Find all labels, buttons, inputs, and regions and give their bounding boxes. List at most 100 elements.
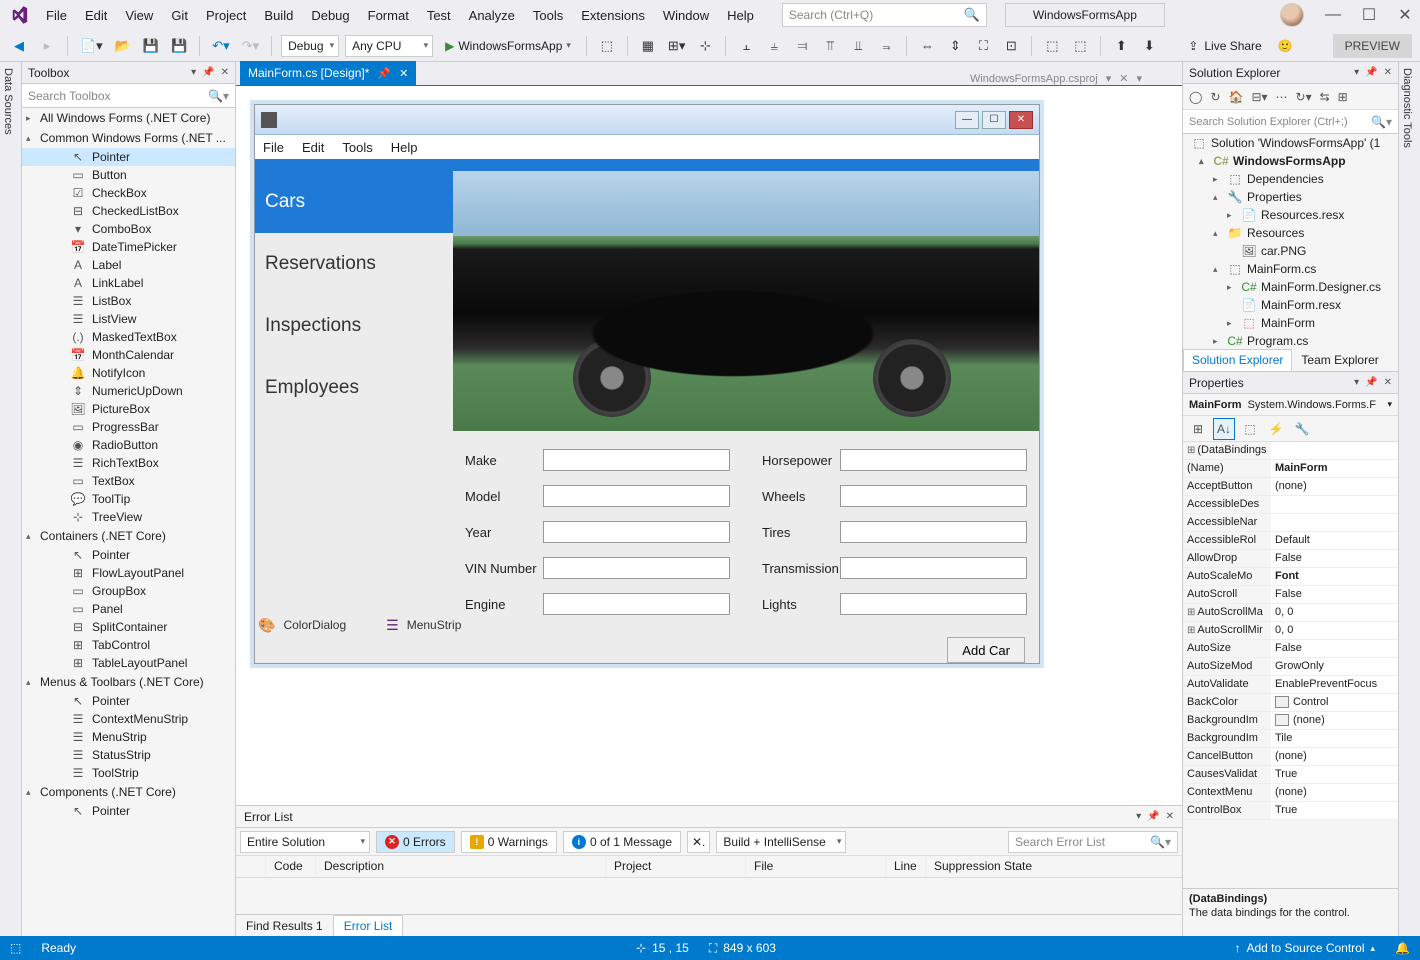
toolbox-item-picturebox[interactable]: 🖼PictureBox xyxy=(22,400,235,418)
alphabetical-icon[interactable]: A↓ xyxy=(1213,418,1235,440)
prop-value[interactable]: True xyxy=(1271,802,1398,819)
prop-value[interactable]: EnablePreventFocus xyxy=(1271,676,1398,693)
dropdown-icon[interactable]: ▾ xyxy=(1136,811,1141,822)
toolbox-item-tablelayoutpanel[interactable]: ⊞TableLayoutPanel xyxy=(22,654,235,672)
menu-help[interactable]: Help xyxy=(719,4,762,27)
minimize-icon[interactable]: — xyxy=(1326,8,1340,22)
show-all-icon[interactable]: ⋯ xyxy=(1276,90,1288,104)
form-maximize-icon[interactable]: ☐ xyxy=(982,111,1006,129)
form-menu-tools[interactable]: Tools xyxy=(342,140,372,155)
tb-vspace-icon[interactable]: ⇕ xyxy=(944,35,966,57)
col-icon[interactable] xyxy=(236,856,266,877)
prop-value[interactable] xyxy=(1271,496,1398,513)
prop-value[interactable]: (none) xyxy=(1271,478,1398,495)
prop-value[interactable]: Tile xyxy=(1271,730,1398,747)
toolbox-item-monthcalendar[interactable]: 📅MonthCalendar xyxy=(22,346,235,364)
toolbox-item-toolstrip[interactable]: ☰ToolStrip xyxy=(22,764,235,782)
field-input-make[interactable] xyxy=(543,449,730,471)
toolbox-item-statusstrip[interactable]: ☰StatusStrip xyxy=(22,746,235,764)
panel-close-icon[interactable]: ✕ xyxy=(221,67,229,78)
toolbox-item-numericupdown[interactable]: ⇕NumericUpDown xyxy=(22,382,235,400)
prop-value[interactable]: 0, 0 xyxy=(1271,622,1398,639)
toolbox-item-pointer[interactable]: ↖Pointer xyxy=(22,692,235,710)
collapse-icon[interactable]: ⊟▾ xyxy=(1251,90,1267,104)
toolbox-item-maskedtextbox[interactable]: (.)MaskedTextBox xyxy=(22,328,235,346)
home-icon[interactable]: ◯ xyxy=(1189,90,1202,104)
dependencies-node[interactable]: ▸⬚Dependencies xyxy=(1183,170,1398,188)
save-all-icon[interactable]: 💾 xyxy=(168,35,190,57)
prop-row[interactable]: BackgroundImTile xyxy=(1183,730,1398,748)
sync-icon[interactable]: ↻ xyxy=(1210,90,1220,104)
tb-align-top-icon[interactable]: ⫪ xyxy=(819,35,841,57)
solution-search-input[interactable]: Search Solution Explorer (Ctrl+;) 🔍▾ xyxy=(1183,110,1398,134)
tb-send-back-icon[interactable]: ⬇ xyxy=(1138,35,1160,57)
prop-row[interactable]: ⊞AutoScrollMir0, 0 xyxy=(1183,622,1398,640)
home2-icon[interactable]: 🏠 xyxy=(1229,90,1244,104)
toolbox-item-button[interactable]: ▭Button xyxy=(22,166,235,184)
menu-project[interactable]: Project xyxy=(198,4,254,27)
toolbox-item-groupbox[interactable]: ▭GroupBox xyxy=(22,582,235,600)
prop-value[interactable]: Font xyxy=(1271,568,1398,585)
prop-row[interactable]: ContextMenu(none) xyxy=(1183,784,1398,802)
prop-row[interactable]: AutoScrollFalse xyxy=(1183,586,1398,604)
prop-row[interactable]: AutoSizeFalse xyxy=(1183,640,1398,658)
menu-file[interactable]: File xyxy=(38,4,75,27)
redo-icon[interactable]: ↷▾ xyxy=(239,35,262,57)
toolbox-item-radiobutton[interactable]: ◉RadioButton xyxy=(22,436,235,454)
toolbox-item-flowlayoutpanel[interactable]: ⊞FlowLayoutPanel xyxy=(22,564,235,582)
toolbox-item-splitcontainer[interactable]: ⊟SplitContainer xyxy=(22,618,235,636)
pin-icon[interactable]: 📌 xyxy=(1147,811,1159,822)
nav-cars[interactable]: Cars xyxy=(255,171,453,233)
prop-row[interactable]: AllowDropFalse xyxy=(1183,550,1398,568)
document-tab[interactable]: MainForm.cs [Design]* 📌 ✕ xyxy=(240,61,416,85)
global-search-input[interactable]: Search (Ctrl+Q) 🔍 xyxy=(782,3,987,27)
menu-build[interactable]: Build xyxy=(256,4,301,27)
new-project-icon[interactable]: 📄▾ xyxy=(77,35,106,57)
solution-node[interactable]: ⬚Solution 'WindowsFormsApp' (1 xyxy=(1183,134,1398,152)
nav-reservations[interactable]: Reservations xyxy=(255,233,453,295)
prop-value[interactable]: GrowOnly xyxy=(1271,658,1398,675)
field-input-horsepower[interactable] xyxy=(840,449,1027,471)
toolbox-item-richtextbox[interactable]: ☰RichTextBox xyxy=(22,454,235,472)
toolbox-group[interactable]: ▸All Windows Forms (.NET Core) xyxy=(22,108,235,128)
mainform-designer-node[interactable]: ▸C#MainForm.Designer.cs xyxy=(1183,278,1398,296)
properties-node[interactable]: ▴🔧Properties xyxy=(1183,188,1398,206)
toolbox-group[interactable]: ▴Components (.NET Core) xyxy=(22,782,235,802)
nav-inspections[interactable]: Inspections xyxy=(255,295,453,357)
form-minimize-icon[interactable]: — xyxy=(955,111,979,129)
tb-order-icon[interactable]: ⬚ xyxy=(1041,35,1063,57)
forward-icon[interactable]: ▸ xyxy=(36,35,58,57)
toolbox-item-notifyicon[interactable]: 🔔NotifyIcon xyxy=(22,364,235,382)
source-control-button[interactable]: ↑Add to Source Control▴ xyxy=(1234,941,1375,955)
toolbox-item-checkedlistbox[interactable]: ⊟CheckedListBox xyxy=(22,202,235,220)
program-node[interactable]: ▸C#Program.cs xyxy=(1183,332,1398,350)
form-menu-help[interactable]: Help xyxy=(391,140,418,155)
toolbox-item-panel[interactable]: ▭Panel xyxy=(22,600,235,618)
tb-center-icon[interactable]: ⊡ xyxy=(1000,35,1022,57)
menu-analyze[interactable]: Analyze xyxy=(461,4,523,27)
tb-tab-order-icon[interactable]: ⬚ xyxy=(1069,35,1091,57)
toolbox-group[interactable]: ▴Menus & Toolbars (.NET Core) xyxy=(22,672,235,692)
prop-value[interactable]: True xyxy=(1271,766,1398,783)
toolbox-item-menustrip[interactable]: ☰MenuStrip xyxy=(22,728,235,746)
tb-align-center-icon[interactable]: ⫨ xyxy=(763,35,785,57)
col-code[interactable]: Code xyxy=(266,856,316,877)
dropdown-icon[interactable]: ▾ xyxy=(191,67,196,78)
menu-debug[interactable]: Debug xyxy=(303,4,357,27)
tab-pin-icon[interactable]: 📌 xyxy=(377,67,391,80)
field-input-tires[interactable] xyxy=(840,521,1027,543)
col-project[interactable]: Project xyxy=(606,856,746,877)
warning-count-filter[interactable]: !0 Warnings xyxy=(461,831,557,853)
resources-resx-node[interactable]: ▸📄Resources.resx xyxy=(1183,206,1398,224)
prop-row[interactable]: AutoValidateEnablePreventFocus xyxy=(1183,676,1398,694)
prop-row[interactable]: AccessibleRolDefault xyxy=(1183,532,1398,550)
context-close-icon[interactable]: ✕ xyxy=(1119,72,1128,85)
toolbox-item-linklabel[interactable]: ALinkLabel xyxy=(22,274,235,292)
toolbox-item-label[interactable]: ALabel xyxy=(22,256,235,274)
prop-row[interactable]: AccessibleDes xyxy=(1183,496,1398,514)
message-count-filter[interactable]: i0 of 1 Message xyxy=(563,831,681,853)
liveshare-icon[interactable]: ⇪ xyxy=(1188,39,1198,53)
menu-view[interactable]: View xyxy=(117,4,161,27)
car-png-node[interactable]: 🖼car.PNG xyxy=(1183,242,1398,260)
open-icon[interactable]: 📂 xyxy=(112,35,134,57)
